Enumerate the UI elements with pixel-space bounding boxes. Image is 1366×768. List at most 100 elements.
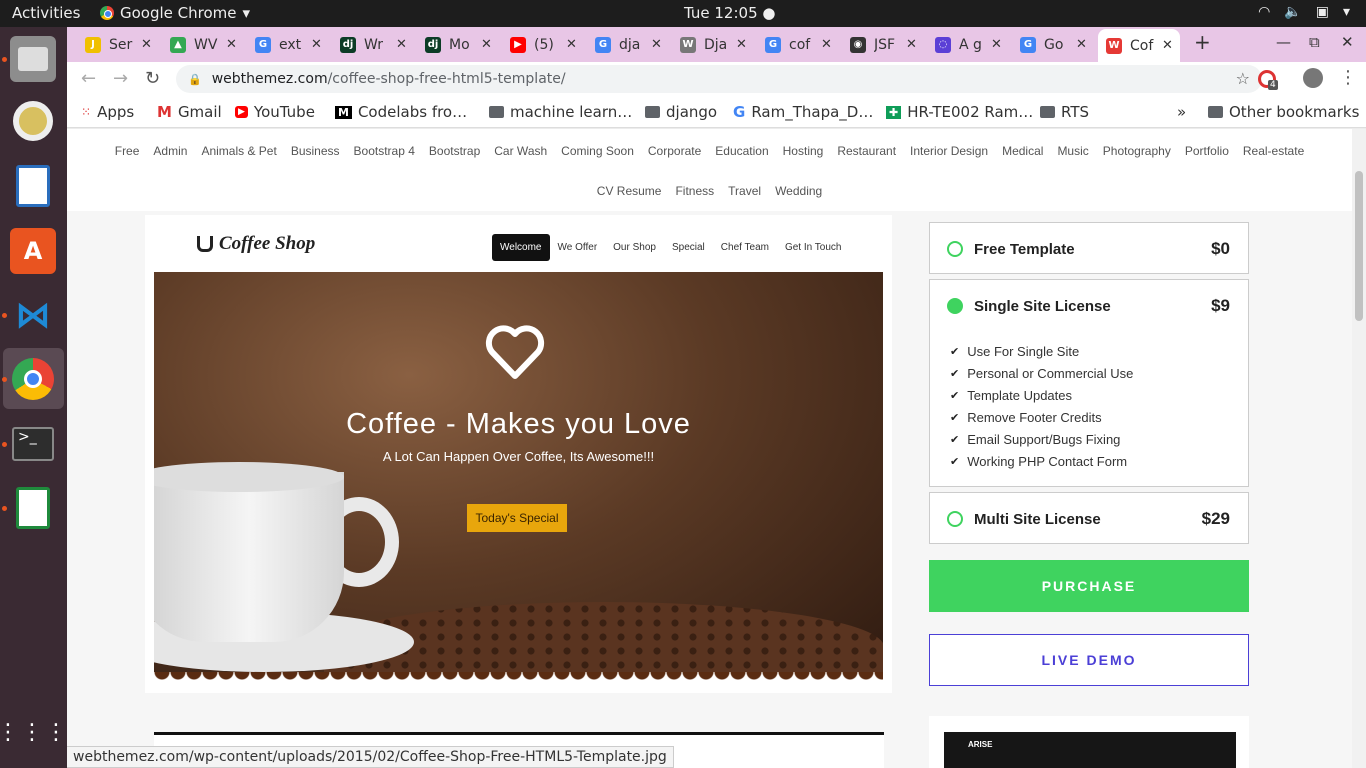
category-link[interactable]: Real-estate <box>1243 144 1304 158</box>
tab-close-icon[interactable]: ✕ <box>991 37 1002 52</box>
chrome-icon[interactable] <box>10 356 56 402</box>
new-tab-button[interactable]: + <box>1194 30 1211 54</box>
bookmark-ram[interactable]: G Ram_Thapa_D… <box>733 103 873 121</box>
category-link[interactable]: Photography <box>1103 144 1171 158</box>
browser-tab[interactable]: Gext ✕ <box>247 29 327 60</box>
browser-tab[interactable]: Gdja ✕ <box>587 29 667 60</box>
live-demo-button[interactable]: LIVE DEMO <box>929 634 1249 686</box>
category-link[interactable]: Admin <box>153 144 187 158</box>
category-link[interactable]: Interior Design <box>910 144 988 158</box>
show-apps-icon[interactable]: ⋮⋮⋮ <box>0 710 67 756</box>
back-button[interactable]: ← <box>81 68 96 89</box>
bookmark-folder-ml[interactable]: machine learn… <box>489 103 632 121</box>
browser-tab[interactable]: ▲ WV ✕ <box>162 29 242 60</box>
category-link[interactable]: Bootstrap <box>429 144 480 158</box>
category-link[interactable]: Bootstrap 4 <box>354 144 415 158</box>
terminal-icon[interactable]: >_ <box>10 421 56 467</box>
tab-close-icon[interactable]: ✕ <box>736 37 747 52</box>
browser-tab[interactable]: J Ser ✕ <box>77 29 157 60</box>
vscode-icon[interactable]: ⋈ <box>10 292 56 338</box>
reload-button[interactable]: ↻ <box>145 68 160 89</box>
extension-icon[interactable]: 4 <box>1258 70 1278 90</box>
scrollbar-thumb[interactable] <box>1355 171 1363 321</box>
clock[interactable]: Tue 12:05 ● <box>684 4 775 22</box>
category-link[interactable]: Music <box>1057 144 1088 158</box>
system-tray[interactable]: ◠ 🔈 ▣ ▾ <box>1258 4 1350 20</box>
tab-close-icon[interactable]: ✕ <box>1162 38 1173 53</box>
browser-tab[interactable]: dj Wr ✕ <box>332 29 412 60</box>
tab-close-icon[interactable]: ✕ <box>821 37 832 52</box>
category-link[interactable]: Medical <box>1002 144 1043 158</box>
tab-close-icon[interactable]: ✕ <box>566 37 577 52</box>
address-bar[interactable]: 🔒 webthemez.com/coffee-shop-free-html5-t… <box>176 65 1262 93</box>
tab-close-icon[interactable]: ✕ <box>396 37 407 52</box>
browser-tab[interactable]: W Dja ✕ <box>672 29 752 60</box>
tab-close-icon[interactable]: ✕ <box>651 37 662 52</box>
tab-close-icon[interactable]: ✕ <box>481 37 492 52</box>
browser-tab[interactable]: dj Mo ✕ <box>417 29 497 60</box>
license-free[interactable]: Free Template $0 <box>929 222 1249 274</box>
software-center-icon[interactable]: A <box>10 228 56 274</box>
category-link[interactable]: Travel <box>728 184 761 198</box>
bookmark-codelabs[interactable]: M Codelabs fro… <box>335 103 467 121</box>
category-link[interactable]: Animals & Pet <box>201 144 276 158</box>
close-window-icon[interactable]: ✕ <box>1341 33 1354 51</box>
tab-close-icon[interactable]: ✕ <box>141 37 152 52</box>
lock-icon[interactable]: 🔒 <box>188 73 202 86</box>
license-radio[interactable] <box>947 511 963 527</box>
forward-button[interactable]: → <box>113 68 128 89</box>
category-link[interactable]: Coming Soon <box>561 144 634 158</box>
bookmark-folder-rts[interactable]: RTS <box>1040 103 1089 121</box>
tab-close-icon[interactable]: ✕ <box>311 37 322 52</box>
tab-close-icon[interactable]: ✕ <box>1076 37 1087 52</box>
license-radio[interactable] <box>947 241 963 257</box>
category-link[interactable]: Education <box>715 144 768 158</box>
rhythmbox-icon[interactable] <box>10 98 56 144</box>
tab-close-icon[interactable]: ✕ <box>226 37 237 52</box>
chrome-icon <box>100 6 114 20</box>
license-single[interactable]: Single Site License $9 ✔ Use For Single S… <box>929 279 1249 487</box>
menu-kebab-icon[interactable]: ⋮ <box>1339 67 1357 88</box>
category-link[interactable]: Restaurant <box>837 144 896 158</box>
template-preview[interactable]: Coffee Shop Welcome We Offer Our Shop Speci… <box>145 215 892 693</box>
category-link[interactable]: Corporate <box>648 144 701 158</box>
category-link[interactable]: Car Wash <box>494 144 547 158</box>
app-menu[interactable]: Google Chrome ▾ <box>100 4 250 22</box>
bookmark-gmail[interactable]: M Gmail <box>157 103 222 121</box>
browser-tab[interactable]: W Cof ✕ <box>1098 29 1180 62</box>
bookmark-apps[interactable]: ⁙ Apps <box>81 103 134 121</box>
category-link[interactable]: Fitness <box>675 184 714 198</box>
related-template-thumbnail[interactable]: ARISE <box>929 716 1249 768</box>
calc-icon[interactable] <box>10 485 56 531</box>
bookmark-other[interactable]: Other bookmarks <box>1208 103 1359 121</box>
restore-icon[interactable]: ⧉ <box>1309 33 1320 51</box>
license-radio-selected[interactable] <box>947 298 963 314</box>
files-icon[interactable] <box>10 36 56 82</box>
category-link[interactable]: Business <box>291 144 340 158</box>
license-multi[interactable]: Multi Site License $29 <box>929 492 1249 544</box>
writer-icon[interactable] <box>10 163 56 209</box>
browser-tab[interactable]: ◉ JSF ✕ <box>842 29 922 60</box>
category-link[interactable]: Portfolio <box>1185 144 1229 158</box>
bookmark-star-icon[interactable]: ☆ <box>1236 69 1250 88</box>
bookmark-folder-django[interactable]: django <box>645 103 717 121</box>
purchase-button[interactable]: PURCHASE <box>929 560 1249 612</box>
category-link[interactable]: Free <box>115 144 140 158</box>
tab-favicon-icon: ▶ <box>510 36 526 53</box>
tab-close-icon[interactable]: ✕ <box>906 37 917 52</box>
hero-headline: Coffee - Makes you Love <box>346 408 691 440</box>
bookmark-hr[interactable]: ✚ HR-TE002 Ram… <box>886 103 1033 121</box>
bookmarks-overflow-button[interactable]: » <box>1177 103 1186 121</box>
category-link[interactable]: Hosting <box>783 144 824 158</box>
browser-tab[interactable]: ▶ (5) ✕ <box>502 29 582 60</box>
avatar[interactable] <box>1303 68 1323 88</box>
browser-tab[interactable]: G Go ✕ <box>1012 29 1092 60</box>
bookmark-youtube[interactable]: ▶ YouTube <box>235 103 315 121</box>
category-link[interactable]: Wedding <box>775 184 822 198</box>
page-scrollbar[interactable] <box>1352 129 1366 768</box>
browser-tab[interactable]: Gcof ✕ <box>757 29 837 60</box>
activities-button[interactable]: Activities <box>12 4 80 22</box>
minimize-icon[interactable]: — <box>1276 33 1291 51</box>
category-link[interactable]: CV Resume <box>597 184 662 198</box>
browser-tab[interactable]: ◌ A g ✕ <box>927 29 1007 60</box>
